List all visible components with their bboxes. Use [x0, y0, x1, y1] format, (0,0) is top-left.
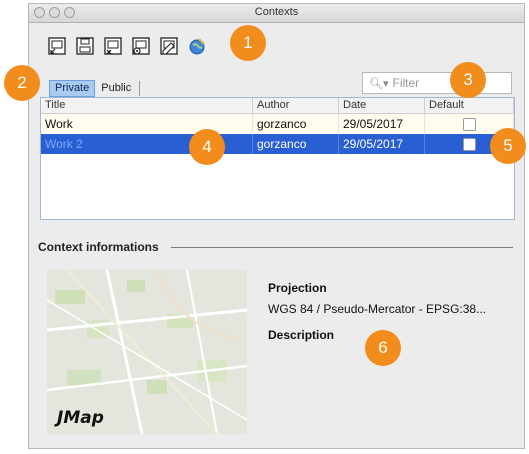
row-title: Work	[41, 114, 253, 134]
context-delete-icon	[104, 37, 122, 55]
jmap-logo: JMap	[57, 408, 104, 428]
callout-badge: 4	[189, 129, 225, 165]
column-header-default[interactable]: Default	[425, 98, 514, 113]
toolbar	[47, 36, 207, 56]
column-header-author[interactable]: Author	[253, 98, 339, 113]
contexts-table: Title Author Date Default Work gorzanco …	[40, 97, 515, 220]
context-info-heading: Context informations	[38, 240, 159, 254]
projection-label: Projection	[268, 281, 327, 295]
callout-badge: 1	[230, 25, 266, 61]
callout-badge: 2	[4, 65, 40, 101]
table-row[interactable]: Work gorzanco 29/05/2017	[41, 114, 514, 134]
title-bar: Contexts	[29, 4, 524, 23]
tab-divider	[139, 81, 141, 96]
row-date: 29/05/2017	[339, 134, 425, 154]
context-open-icon	[48, 37, 66, 55]
context-settings-icon	[132, 37, 150, 55]
tab-public[interactable]: Public	[95, 80, 137, 97]
context-map-preview: JMap	[47, 270, 247, 434]
default-checkbox[interactable]	[463, 118, 476, 132]
column-header-title[interactable]: Title	[41, 98, 253, 113]
callout-badge: 6	[365, 330, 401, 366]
context-edit-icon	[160, 37, 178, 55]
projection-value: WGS 84 / Pseudo-Mercator - EPSG:38...	[268, 302, 487, 316]
globe-icon	[189, 38, 205, 55]
window-title: Contexts	[254, 6, 299, 18]
filter-input[interactable]: 🔍︎▾ Filter	[362, 72, 512, 94]
save-context-button[interactable]	[75, 36, 95, 56]
section-divider	[171, 247, 513, 248]
row-author: gorzanco	[253, 114, 339, 134]
open-context-button[interactable]	[47, 36, 67, 56]
context-settings-button[interactable]	[131, 36, 151, 56]
filter-placeholder: Filter	[392, 76, 420, 90]
table-header: Title Author Date Default	[41, 98, 514, 114]
table-row-selected[interactable]: Work 2 gorzanco 29/05/2017	[41, 134, 514, 154]
description-label: Description	[268, 328, 335, 342]
callout-badge: 5	[490, 128, 526, 164]
column-header-date[interactable]: Date	[339, 98, 425, 113]
search-icon: 🔍︎▾	[369, 77, 389, 90]
delete-context-button[interactable]	[103, 36, 123, 56]
row-date: 29/05/2017	[339, 114, 425, 134]
default-checkbox[interactable]	[463, 138, 476, 152]
contexts-window: Contexts Private Public 🔍︎▾ Filter Title…	[28, 3, 525, 449]
tab-bar: Private Public	[49, 80, 141, 97]
tab-private[interactable]: Private	[49, 80, 96, 97]
callout-badge: 3	[450, 62, 486, 98]
publish-context-button[interactable]	[187, 36, 207, 56]
row-author: gorzanco	[253, 134, 339, 154]
context-save-icon	[76, 37, 94, 55]
edit-context-button[interactable]	[159, 36, 179, 56]
